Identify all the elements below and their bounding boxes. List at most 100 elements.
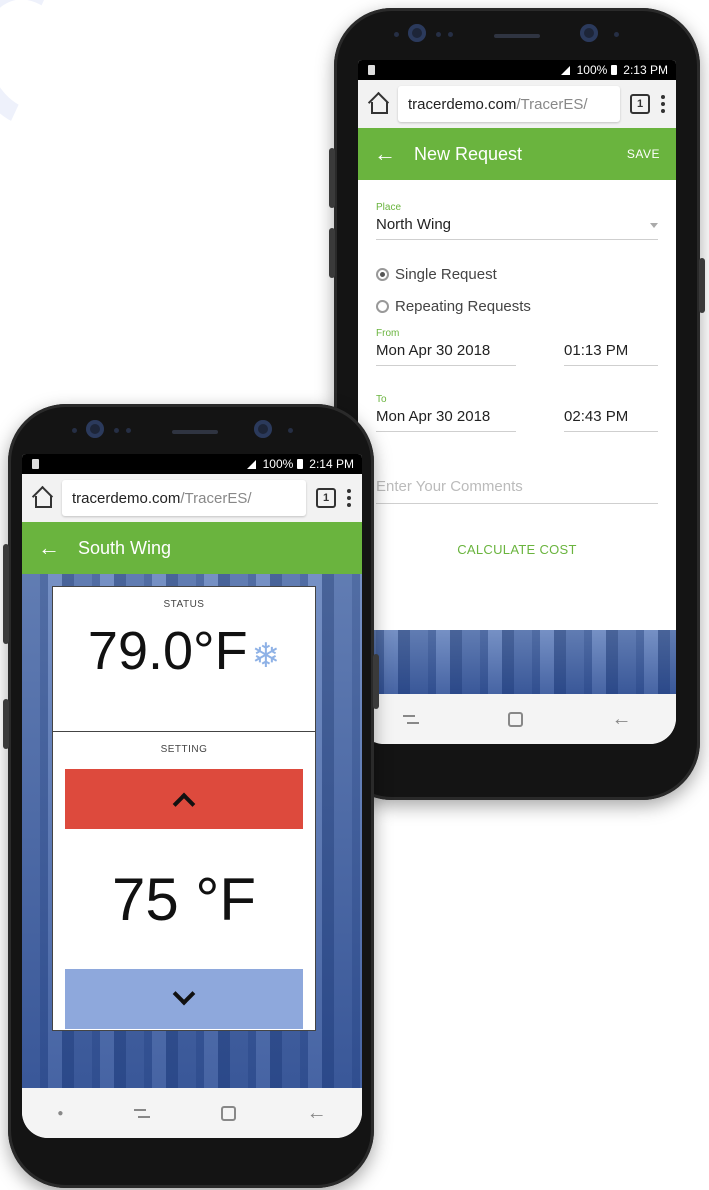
page-title: South Wing: [78, 537, 172, 558]
iris-camera: [254, 420, 272, 438]
setpoint-temperature: 75 °F: [111, 865, 257, 933]
radio-repeating-requests[interactable]: Repeating Requests: [376, 290, 658, 322]
status-bar: 100% 2:14 PM: [22, 454, 362, 474]
comments-input[interactable]: Enter Your Comments: [376, 478, 658, 504]
notification-icon: [32, 459, 39, 469]
setting-card: SETTING 75 °F: [52, 731, 316, 1031]
url-path: /TracerES/: [180, 489, 252, 507]
background-swirl: [0, 0, 113, 146]
thermostat-area: STATUS 79.0°F ❄ SETTING 75 °F: [22, 574, 362, 1088]
back-icon[interactable]: ←: [612, 708, 632, 731]
from-time-field[interactable]: 01:13 PM: [564, 328, 658, 366]
android-nav-bar: ←: [358, 694, 676, 744]
front-camera: [86, 420, 104, 438]
sensor-dot: [436, 32, 441, 37]
url-host: tracerdemo.com: [72, 489, 181, 507]
page-title: New Request: [414, 143, 523, 164]
to-row: To Mon Apr 30 2018 02:43 PM: [376, 394, 658, 432]
to-date-value: Mon Apr 30 2018: [376, 408, 491, 425]
volume-button: [329, 228, 335, 278]
radio-label: Single Request: [395, 265, 497, 283]
request-phone: 100% 2:13 PM tracerdemo.com/TracerES/ 1 …: [329, 8, 705, 800]
sensor-dot: [288, 428, 293, 433]
notification-icon: [368, 65, 375, 75]
front-camera: [408, 24, 426, 42]
battery-text: 100%: [262, 457, 294, 471]
from-label: From: [376, 328, 400, 339]
to-time-field[interactable]: 02:43 PM: [564, 394, 658, 432]
place-select[interactable]: Place North Wing: [376, 202, 658, 240]
bixby-button: [3, 699, 9, 749]
android-nav-bar: ● ←: [22, 1088, 362, 1138]
nav-dot-icon: ●: [57, 1107, 64, 1119]
snowflake-icon: ❄: [251, 637, 281, 675]
volume-button: [3, 544, 9, 644]
back-arrow-icon[interactable]: ←: [38, 535, 78, 561]
to-label: To: [376, 394, 387, 405]
overflow-menu-icon[interactable]: [346, 489, 352, 507]
dropdown-caret-icon: [650, 223, 658, 228]
earpiece-speaker: [494, 34, 540, 38]
overflow-menu-icon[interactable]: [660, 95, 666, 113]
setting-label: SETTING: [160, 744, 208, 755]
power-button: [699, 258, 705, 313]
app-bar: ← South Wing: [22, 522, 362, 574]
status-label: STATUS: [163, 599, 205, 610]
from-date-field[interactable]: From Mon Apr 30 2018: [376, 328, 517, 366]
home-button-icon[interactable]: [220, 1105, 236, 1121]
radio-checked-icon: [376, 267, 389, 281]
battery-icon: [611, 65, 618, 75]
recents-icon[interactable]: [402, 713, 419, 725]
sensor-dot: [72, 428, 77, 433]
tab-switcher-icon[interactable]: 1: [630, 94, 650, 114]
sensor-dot: [114, 428, 119, 433]
chevron-down-icon: [172, 982, 196, 1006]
place-label: Place: [376, 202, 402, 213]
request-form: Place North Wing Single Request Repeatin…: [358, 180, 676, 557]
browser-toolbar: tracerdemo.com/TracerES/ 1: [358, 80, 676, 128]
iris-camera: [580, 24, 598, 42]
app-bar: ← New Request SAVE: [358, 128, 676, 180]
clock: 2:14 PM: [309, 457, 354, 471]
sensor-dot: [126, 428, 131, 433]
increase-temperature-button[interactable]: [65, 769, 303, 829]
earpiece-speaker: [172, 430, 218, 434]
thermostat-phone: 100% 2:14 PM tracerdemo.com/TracerES/ 1 …: [3, 404, 379, 1188]
back-arrow-icon[interactable]: ←: [374, 141, 414, 167]
sensor-dot: [448, 32, 453, 37]
clock: 2:13 PM: [623, 63, 668, 77]
calculate-cost-button[interactable]: CALCULATE COST: [376, 542, 658, 557]
signal-icon: [560, 65, 570, 75]
recents-icon[interactable]: [134, 1107, 151, 1119]
radio-single-request[interactable]: Single Request: [376, 258, 658, 290]
power-button: [373, 654, 379, 709]
from-date-value: Mon Apr 30 2018: [376, 342, 491, 359]
sensor-dot: [614, 32, 619, 37]
status-card: STATUS 79.0°F ❄: [52, 586, 316, 732]
decrease-temperature-button[interactable]: [65, 969, 303, 1029]
from-time-value: 01:13 PM: [564, 342, 629, 359]
tab-switcher-icon[interactable]: 1: [316, 488, 336, 508]
url-field[interactable]: tracerdemo.com/TracerES/: [62, 480, 306, 516]
sensor-dot: [394, 32, 399, 37]
save-button[interactable]: SAVE: [627, 147, 660, 161]
to-date-field[interactable]: To Mon Apr 30 2018: [376, 394, 517, 432]
url-host: tracerdemo.com: [408, 95, 517, 113]
place-value: North Wing: [376, 216, 452, 233]
radio-label: Repeating Requests: [395, 297, 531, 315]
url-field[interactable]: tracerdemo.com/TracerES/: [398, 86, 620, 122]
volume-button: [329, 148, 335, 208]
from-row: From Mon Apr 30 2018 01:13 PM: [376, 328, 658, 366]
city-background-image: [358, 630, 676, 694]
home-icon[interactable]: [368, 94, 388, 114]
back-icon[interactable]: ←: [307, 1102, 327, 1125]
home-button-icon[interactable]: [507, 711, 523, 727]
radio-unchecked-icon: [376, 299, 389, 313]
browser-toolbar: tracerdemo.com/TracerES/ 1: [22, 474, 362, 522]
home-icon[interactable]: [32, 488, 52, 508]
chevron-up-icon: [172, 792, 196, 816]
to-time-value: 02:43 PM: [564, 408, 629, 425]
battery-icon: [297, 459, 304, 469]
thermostat-screen: 100% 2:14 PM tracerdemo.com/TracerES/ 1 …: [22, 454, 362, 1138]
status-bar: 100% 2:13 PM: [358, 60, 676, 80]
